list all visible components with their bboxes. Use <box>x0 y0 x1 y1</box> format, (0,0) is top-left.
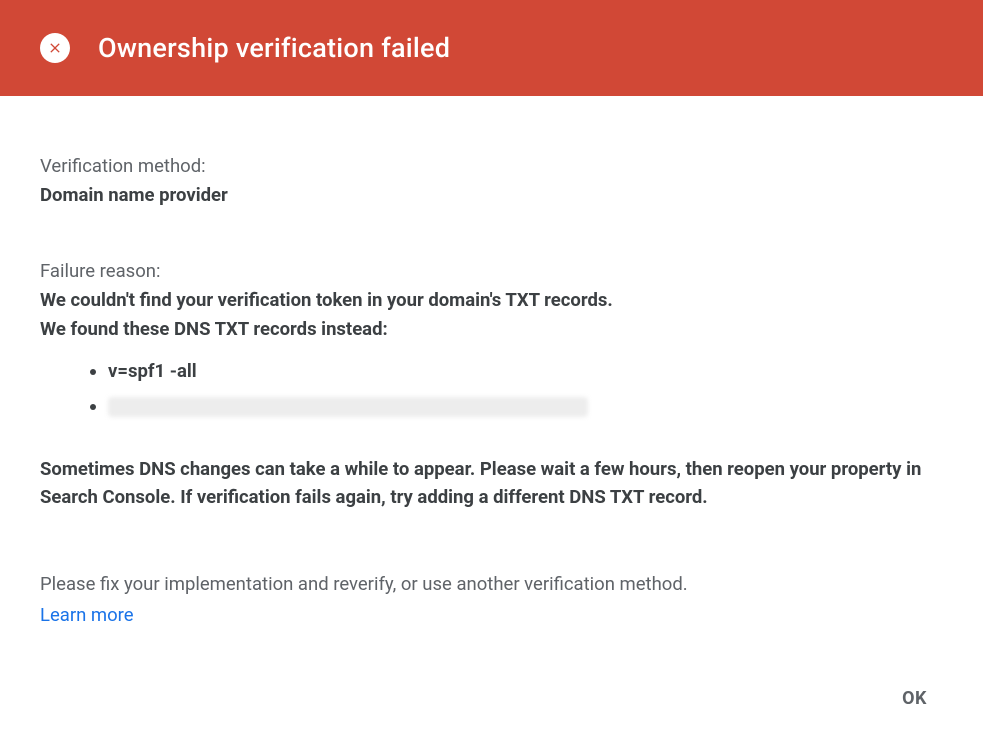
error-icon <box>40 33 70 63</box>
dialog-title: Ownership verification failed <box>98 32 450 64</box>
fix-implementation-note: Please fix your implementation and rever… <box>40 570 943 599</box>
failure-reason-line2: We found these DNS TXT records instead: <box>40 315 943 344</box>
dialog-header: Ownership verification failed <box>0 0 983 96</box>
failure-reason-line1: We couldn't find your verification token… <box>40 286 943 315</box>
verification-method-label: Verification method: <box>40 152 943 181</box>
x-icon <box>47 40 63 56</box>
txt-records-list: v=spf1 -all <box>108 357 943 420</box>
dialog-content: Verification method: Domain name provide… <box>0 96 983 678</box>
txt-record-item-redacted <box>108 392 943 421</box>
txt-record-item: v=spf1 -all <box>108 357 943 386</box>
learn-more-link[interactable]: Learn more <box>40 601 134 630</box>
dialog-footer: OK <box>0 678 983 749</box>
redacted-text <box>108 397 588 417</box>
verification-method-value: Domain name provider <box>40 181 943 210</box>
failure-reason-label: Failure reason: <box>40 257 943 286</box>
dns-wait-note: Sometimes DNS changes can take a while t… <box>40 455 943 512</box>
ok-button[interactable]: OK <box>888 678 941 719</box>
